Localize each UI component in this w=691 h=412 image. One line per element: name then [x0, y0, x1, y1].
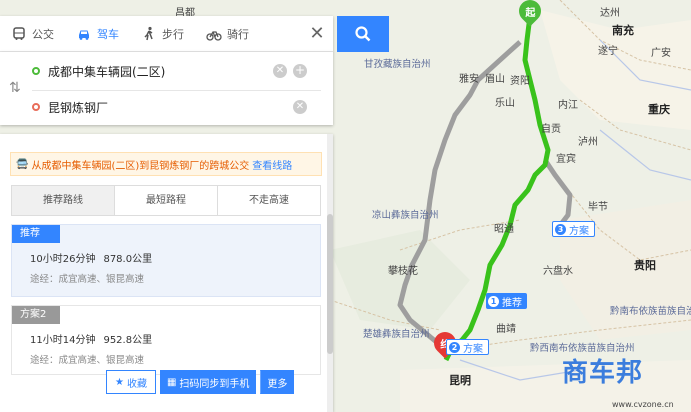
star-icon: ★ [115, 376, 124, 388]
scrollbar-thumb[interactable] [327, 214, 333, 354]
plan-label: 方案2 [12, 306, 60, 324]
map-city-label: 贵阳 [634, 259, 656, 272]
action-bar: ★ 收藏 ▦ 扫码同步到手机 更多 [106, 370, 326, 394]
tab-label: 驾车 [97, 27, 119, 41]
travel-mode-tabs: 公交 驾车 步行 骑行 ✕ [0, 16, 333, 52]
map-city-label: 雅安 [459, 74, 479, 85]
map-region-label: 黔南布依族苗族自治州 [610, 306, 691, 317]
plan-distance: 952.8公里 [103, 335, 153, 346]
search-icon [355, 26, 371, 42]
route-tag-plan3[interactable]: 3 方案 [552, 221, 595, 237]
map-city-label: 宜宾 [556, 154, 576, 165]
tab-label: 公交 [32, 27, 54, 41]
add-waypoint-icon[interactable]: + [293, 64, 307, 78]
route-tag-plan2[interactable]: 2 方案 [446, 339, 489, 355]
bike-icon [206, 30, 222, 41]
start-field[interactable]: 成都中集车辆园(二区) ✕ + [32, 56, 307, 86]
map-city-label: 昭通 [494, 224, 514, 235]
map-region-label: 甘孜藏族自治州 [364, 59, 431, 70]
plan-via: 途经：成宜高速、银昆高速 [30, 355, 145, 366]
map-label: 遂宁 [598, 46, 618, 57]
map-city-label: 眉山 [485, 74, 505, 85]
map-city-label: 重庆 [648, 103, 670, 116]
end-field[interactable]: 昆钢炼钢厂 ✕ [32, 92, 307, 122]
tab-label: 骑行 [227, 27, 249, 41]
bus-icon: 🚍 [16, 158, 29, 170]
tab-car[interactable]: 驾车 [65, 16, 130, 52]
end-dot-icon [32, 103, 40, 111]
map-city-label: 泸州 [578, 137, 598, 148]
map-city-label: 广安 [651, 48, 671, 59]
plan-card-2[interactable]: 方案2 11小时14分钟 952.8公里 途经：成宜高速、银昆高速 [11, 305, 321, 375]
bus-icon [13, 26, 25, 40]
plan-card-recommended[interactable]: 推荐 10小时26分钟 878.0公里 途经：成宜高速、银昆高速 [11, 224, 321, 297]
close-icon[interactable]: ✕ [307, 24, 327, 44]
plan-distance: 878.0公里 [103, 254, 153, 265]
tab-label: 步行 [162, 27, 184, 41]
map-city-label: 自贡 [541, 124, 561, 135]
search-button[interactable] [337, 16, 389, 52]
map-city-label: 曲靖 [496, 324, 516, 335]
map-city-label: 内江 [558, 100, 578, 111]
option-recommended[interactable]: 推荐路线 [12, 186, 115, 215]
tab-bus[interactable]: 公交 [0, 16, 65, 52]
watermark-url: www.cvzone.cn [612, 400, 674, 409]
more-button[interactable]: 更多 [260, 370, 295, 394]
car-icon [79, 30, 89, 40]
map-label: 达州 [600, 8, 620, 19]
plan-label: 推荐 [12, 225, 60, 243]
map-region-label: 毕节 [588, 202, 608, 213]
bus-notice-text: 从成都中集车辆园(二区)到昆钢炼钢厂的跨城公交 [31, 160, 250, 172]
start-dot-icon [32, 67, 40, 75]
route-tag-recommended[interactable]: 1 推荐 [486, 293, 527, 309]
map-city-label: 昆明 [449, 374, 471, 387]
plan-via: 途经：成宜高速、银昆高速 [30, 274, 145, 285]
walk-icon [144, 26, 153, 40]
plan-time: 10小时26分钟 [30, 254, 96, 265]
watermark-logo: 商车邦 [562, 358, 644, 388]
map-city-label: 资阳 [510, 76, 530, 87]
route-preference-tabs: 推荐路线 最短路程 不走高速 [11, 185, 321, 216]
map-city-label: 南充 [612, 24, 634, 37]
end-input[interactable]: 昆钢炼钢厂 [48, 99, 289, 116]
qr-code-icon: ▦ [166, 376, 177, 388]
favorite-button[interactable]: ★ 收藏 [106, 370, 156, 394]
tab-bike[interactable]: 骑行 [195, 16, 260, 52]
clear-end-icon[interactable]: ✕ [293, 100, 307, 114]
route-inputs: ⇅ 成都中集车辆园(二区) ✕ + 昆钢炼钢厂 ✕ [0, 52, 333, 125]
option-shortest[interactable]: 最短路程 [115, 186, 218, 215]
map-city-label: 六盘水 [543, 266, 573, 277]
start-input[interactable]: 成都中集车辆园(二区) [48, 63, 269, 80]
tab-walk[interactable]: 步行 [130, 16, 195, 52]
map-city-label: 攀枝花 [388, 266, 418, 277]
clear-start-icon[interactable]: ✕ [273, 64, 287, 78]
map-city-label: 乐山 [495, 98, 515, 109]
option-no-highway[interactable]: 不走高速 [218, 186, 320, 215]
scrollbar[interactable] [327, 134, 333, 412]
sync-to-phone-button[interactable]: ▦ 扫码同步到手机 [159, 370, 257, 394]
divider [32, 90, 321, 91]
view-lines-link[interactable]: 查看线路 [252, 157, 292, 172]
map-region-label: 楚雄彝族自治州 [363, 329, 430, 340]
swap-icon[interactable]: ⇅ [9, 80, 21, 96]
map-region-label: 凉山彝族自治州 [372, 210, 439, 221]
plan-time: 11小时14分钟 [30, 335, 96, 346]
cross-city-bus-notice[interactable]: 🚍 从成都中集车辆园(二区)到昆钢炼钢厂的跨城公交 查看线路 [10, 152, 322, 176]
